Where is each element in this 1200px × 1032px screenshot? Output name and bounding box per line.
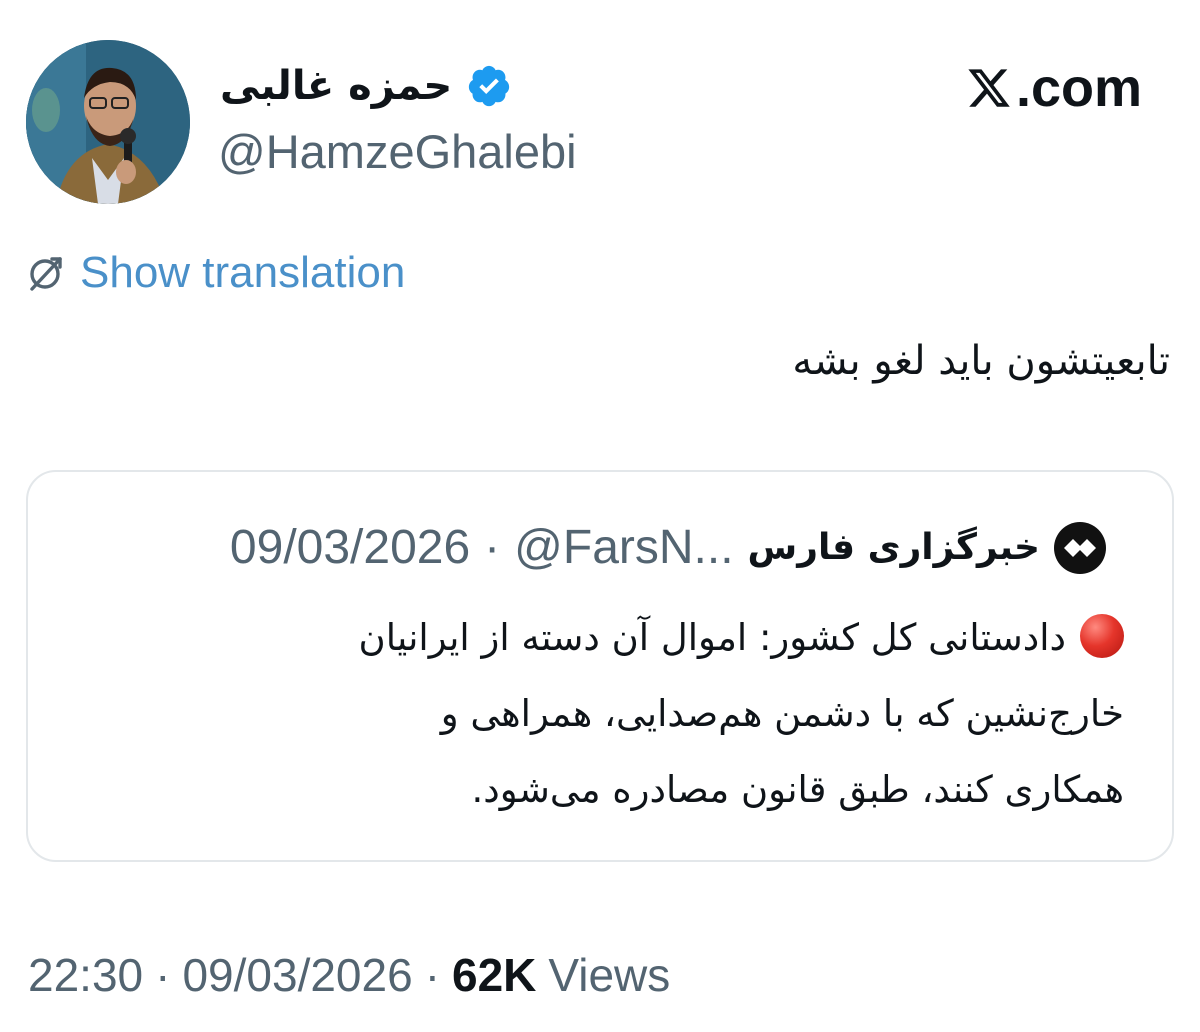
- author-display-name[interactable]: حمزه غالبی: [220, 56, 452, 116]
- red-circle-icon: [1080, 613, 1124, 658]
- author-name-row: حمزه غالبی: [220, 56, 512, 116]
- quoted-tweet-line: دادستانی کل کشور: اموال آن دسته از ایران…: [64, 600, 1124, 676]
- author-handle[interactable]: @HamzeGhalebi: [218, 122, 577, 182]
- tweet-time[interactable]: 22:30: [28, 944, 143, 1006]
- show-translation-link[interactable]: Show translation: [26, 244, 405, 302]
- quoted-tweet-card[interactable]: 09/03/2026 · @FarsN... خبرگزاری فارس داد…: [26, 470, 1174, 862]
- x-logo-icon: [968, 69, 1010, 107]
- translate-icon: [30, 257, 62, 291]
- quoted-tweet-line: خارج‌نشین که با دشمن هم‌صدایی، همراهی و: [440, 692, 1124, 735]
- show-translation-label[interactable]: Show translation: [80, 244, 405, 302]
- author-avatar[interactable]: [26, 40, 190, 204]
- views-label: Views: [548, 949, 671, 1001]
- quoted-tweet-text: دادستانی کل کشور: اموال آن دسته از ایران…: [64, 600, 1124, 828]
- footer-separator: ·: [424, 949, 441, 1001]
- quoted-tweet-separator: ·: [484, 521, 501, 574]
- tweet-text: تابعیتشون باید لغو بشه: [792, 338, 1170, 384]
- quoted-tweet-display-name[interactable]: خبرگزاری فارس: [748, 516, 1040, 580]
- footer-separator: ·: [155, 949, 171, 1001]
- fars-news-logo-icon[interactable]: [1054, 522, 1106, 574]
- tweet-screenshot: حمزه غالبی @HamzeGhalebi .com Show trans…: [0, 0, 1200, 1032]
- site-watermark: .com: [966, 58, 1142, 118]
- views-count[interactable]: 62K: [452, 944, 536, 1006]
- quoted-tweet-line-text: دادستانی کل کشور: اموال آن دسته از ایران…: [358, 616, 1066, 659]
- tweet-footer: 22:30 · 09/03/2026 · 62K Views: [28, 944, 670, 1006]
- quoted-tweet-header: 09/03/2026 · @FarsN... خبرگزاری فارس: [230, 516, 1106, 580]
- site-domain: .com: [1015, 58, 1142, 118]
- quoted-tweet-line: همکاری کنند، طبق قانون مصادره می‌شود.: [471, 768, 1125, 811]
- verified-badge-icon: [469, 65, 510, 107]
- profile-photo-icon: [26, 40, 190, 204]
- tweet-date[interactable]: 09/03/2026: [182, 944, 412, 1006]
- quoted-tweet-date: 09/03/2026: [229, 521, 471, 574]
- quoted-tweet-handle[interactable]: @FarsN...: [514, 516, 733, 580]
